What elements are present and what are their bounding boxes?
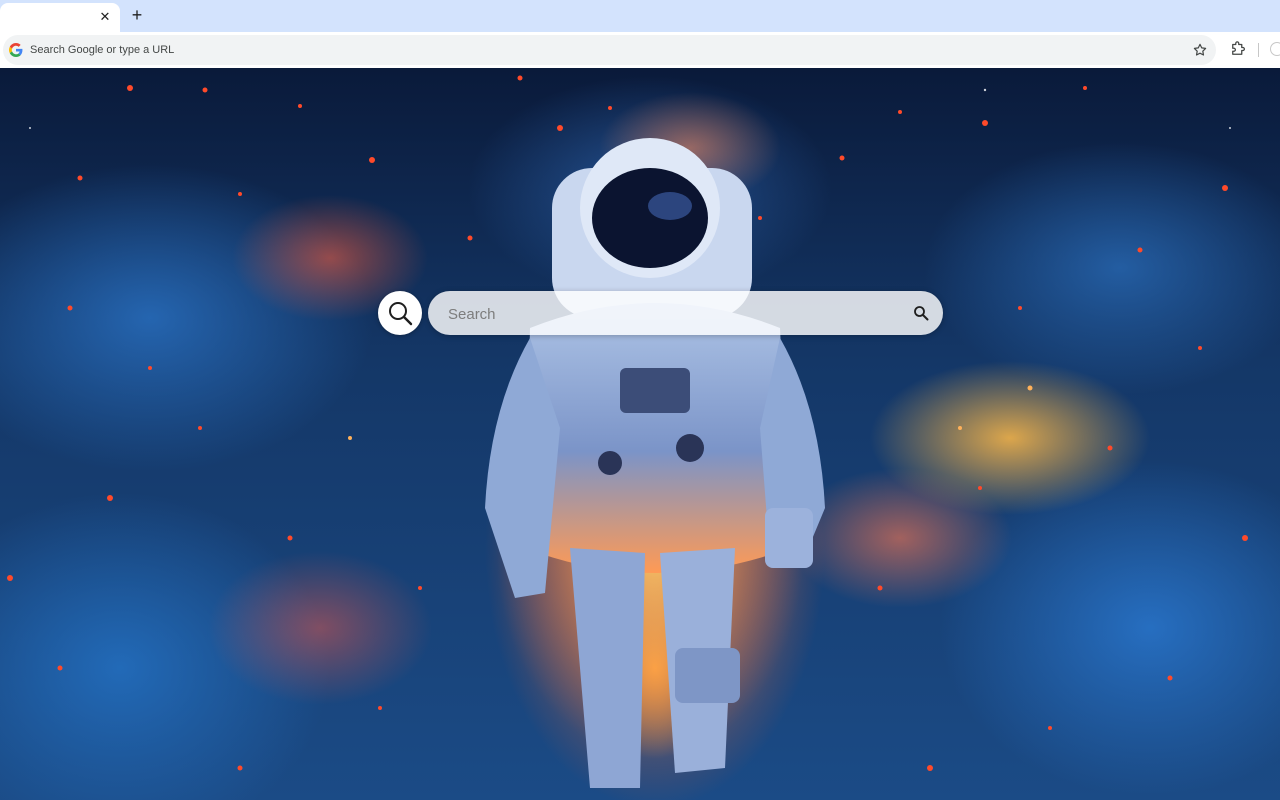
close-icon[interactable]: ✕: [96, 8, 114, 26]
google-g-icon: [9, 43, 23, 57]
astronaut-illustration: [485, 138, 825, 800]
address-bar-placeholder: Search Google or type a URL: [30, 44, 175, 56]
profile-icon[interactable]: [1270, 42, 1280, 56]
toolbar-separator: [1258, 43, 1259, 57]
toolbar: Search Google or type a URL: [0, 32, 1280, 69]
address-bar[interactable]: Search Google or type a URL: [3, 35, 1216, 65]
magnifier-logo-icon[interactable]: [378, 291, 422, 335]
new-tab-button[interactable]: +: [126, 5, 148, 27]
star-icon[interactable]: [1192, 42, 1208, 58]
wallpaper-background: [0, 68, 1280, 800]
active-tab[interactable]: ✕: [0, 3, 120, 32]
search-bar[interactable]: [428, 291, 943, 337]
search-input[interactable]: [446, 291, 890, 337]
logo-magnifier-graphic: [389, 302, 413, 326]
search-icon[interactable]: [913, 305, 929, 321]
puzzle-icon[interactable]: [1229, 40, 1247, 58]
tab-strip: ✕ +: [0, 0, 1280, 32]
